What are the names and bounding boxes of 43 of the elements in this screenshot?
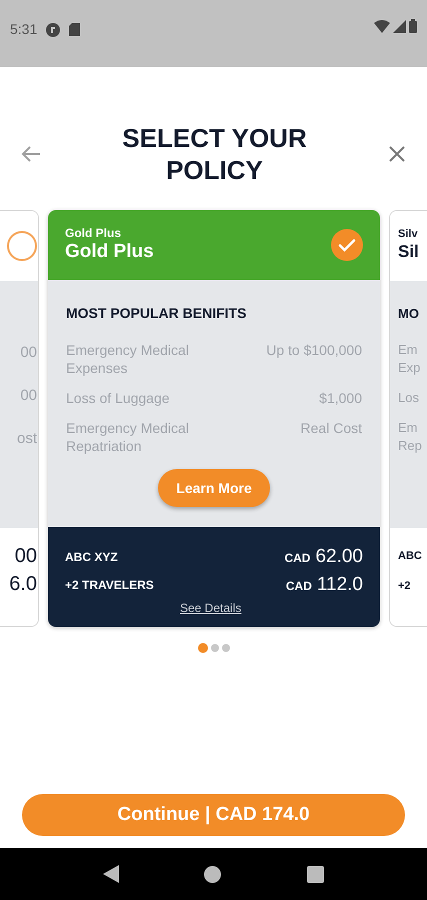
benefit-label: Em Rep — [398, 418, 423, 454]
benefit-value: 00 — [20, 343, 37, 363]
back-icon[interactable] — [102, 865, 119, 883]
traveler-label: ABC — [398, 549, 423, 564]
status-time: 5:31 — [10, 20, 38, 39]
benefit-value: Up to $100,000 — [266, 341, 362, 359]
notification-icon — [46, 22, 60, 36]
benefit-label: Emergency Medical Expenses — [66, 341, 190, 377]
benefit-value: ost — [16, 429, 37, 449]
price-amount: 00 — [14, 545, 37, 567]
price: CAD 112.0 — [286, 572, 363, 597]
close-icon[interactable] — [388, 145, 406, 163]
benefit-label: Emergency Medical Repatriation — [66, 419, 190, 455]
home-icon[interactable] — [204, 866, 222, 882]
signal-icon — [393, 20, 406, 32]
benefit-label: Los — [398, 388, 420, 406]
policy-card[interactable]: Silv Sil MO Em Exp Los Em Rep ABC +2 — [389, 210, 427, 627]
sd-card-icon — [69, 23, 80, 36]
plan-name: Gold Plus — [65, 240, 154, 264]
benefit-value: Real Cost — [300, 419, 362, 437]
section-title: MO — [398, 305, 420, 323]
price: CAD 62.00 — [284, 544, 363, 569]
policy-card[interactable]: 00 00 ost 00 6.0 — [0, 210, 39, 627]
back-arrow-icon[interactable] — [21, 145, 41, 163]
traveler-label: +2 TRAVELERS — [65, 577, 154, 594]
wifi-icon — [374, 20, 390, 32]
traveler-label: ABC XYZ — [65, 549, 118, 566]
policy-card[interactable] — [48, 210, 380, 627]
price-amount: 6.0 — [9, 573, 37, 595]
benefit-value: 00 — [20, 386, 37, 406]
section-title: MOST POPULAR BENIFITS — [66, 304, 248, 323]
battery-icon — [409, 19, 417, 33]
plan-subtitle: Silv — [398, 228, 419, 241]
benefit-label: Em Exp — [398, 340, 422, 376]
benefit-value: $1,000 — [319, 389, 362, 407]
see-details-link[interactable]: See Details — [180, 599, 242, 617]
page-title: SELECT YOUR POLICY — [121, 122, 308, 186]
plan-name: Sil — [398, 241, 420, 263]
plan-subtitle: Gold Plus — [65, 226, 122, 240]
traveler-label: +2 — [398, 578, 412, 594]
recents-icon[interactable] — [307, 866, 324, 882]
benefit-label: Loss of Luggage — [66, 389, 171, 407]
check-icon[interactable] — [331, 229, 363, 261]
